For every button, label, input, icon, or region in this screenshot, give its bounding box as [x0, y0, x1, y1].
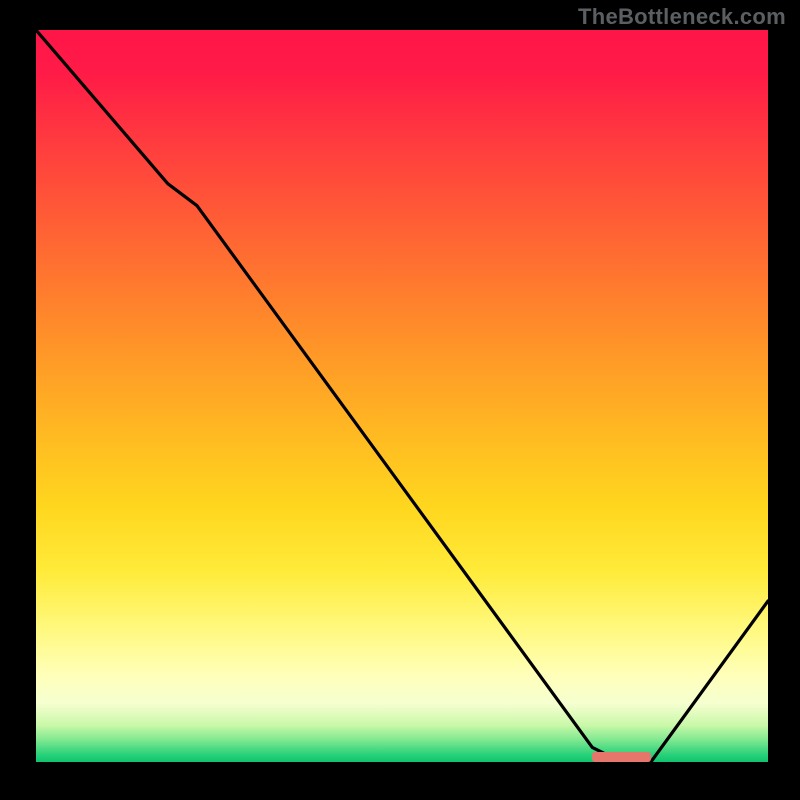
optimum-marker	[592, 752, 651, 762]
gradient-plot-area	[36, 30, 768, 762]
bottleneck-curve	[36, 30, 768, 762]
chart-frame: TheBottleneck.com	[0, 0, 800, 800]
watermark-text: TheBottleneck.com	[578, 4, 786, 30]
